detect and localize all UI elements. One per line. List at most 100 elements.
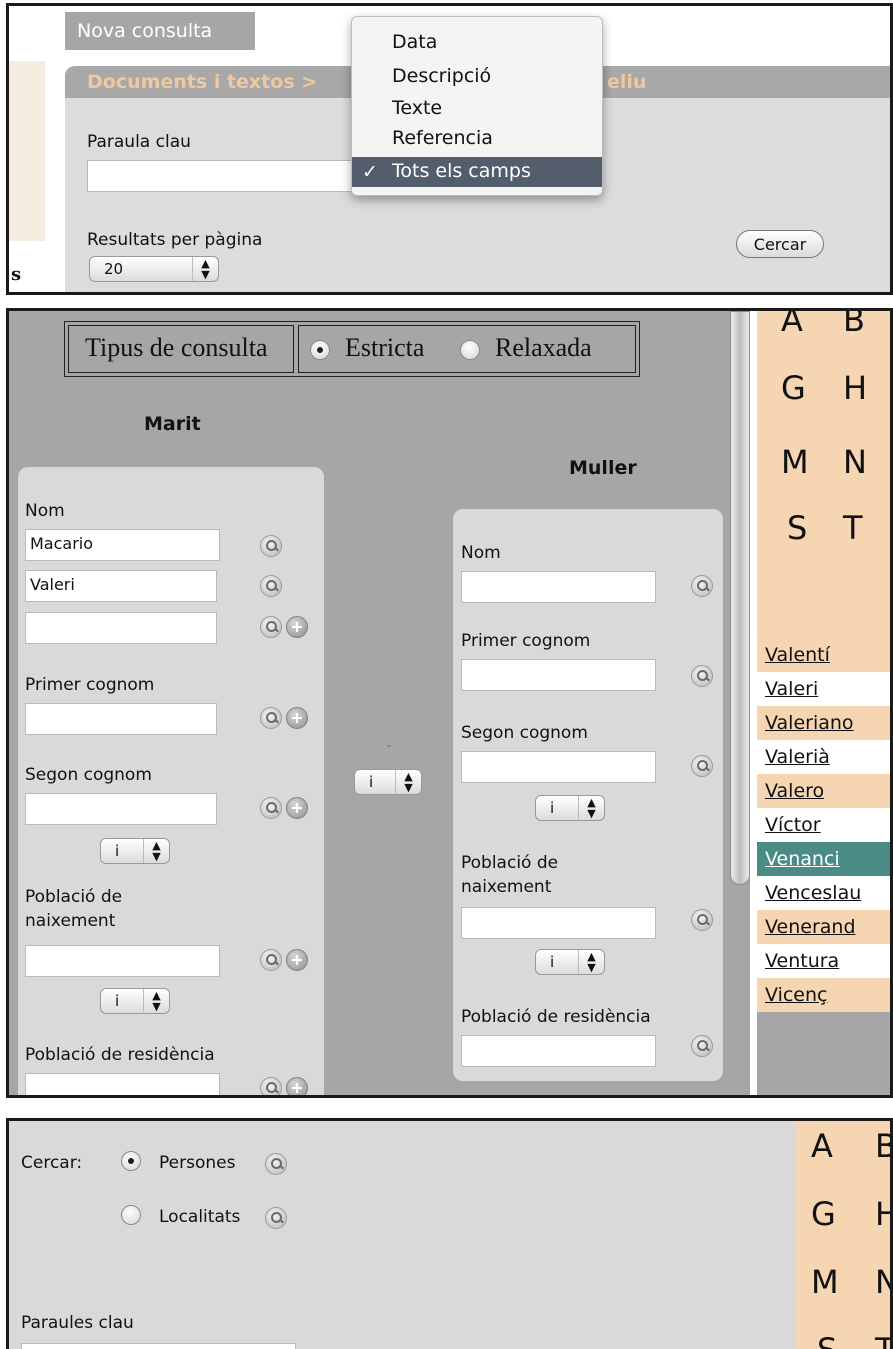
- alphabet-index: A B G H M N S T: [757, 311, 890, 638]
- wife-birth-town-input[interactable]: [461, 907, 656, 939]
- list-item[interactable]: Valero: [757, 774, 890, 808]
- keywords-label: Paraules clau: [21, 1313, 134, 1333]
- list-item[interactable]: Vicenç: [757, 978, 890, 1012]
- couple-connector-select[interactable]: i ▲ ▼: [354, 769, 422, 795]
- list-item[interactable]: Venceslau: [757, 876, 890, 910]
- stepper-icon: ▲ ▼: [578, 796, 604, 820]
- breadcrumb[interactable]: Documents i textos >: [87, 71, 317, 93]
- menu-item-descripcio[interactable]: Descripció: [352, 61, 602, 91]
- search-icon[interactable]: [691, 755, 713, 777]
- wife-first-surname-label: Primer cognom: [461, 631, 591, 651]
- scrollbar-thumb[interactable]: [730, 311, 750, 885]
- query-type-box: Tipus de consulta Estricta Relaxada: [64, 321, 640, 377]
- radio-relaxed[interactable]: [460, 340, 480, 360]
- wife-birth-town-label-1: Població de: [461, 853, 559, 873]
- name-list: Valentí Valeri Valeriano Valerià Valero …: [757, 638, 890, 1095]
- husband-name-input-1[interactable]: Macario: [25, 529, 220, 561]
- search-icon[interactable]: [260, 797, 282, 819]
- search-type-label: Cercar:: [21, 1153, 83, 1173]
- keywords-input[interactable]: [21, 1343, 296, 1349]
- add-icon[interactable]: [286, 707, 308, 729]
- husband-name-input-2[interactable]: Valeri: [25, 570, 217, 602]
- add-icon[interactable]: [286, 797, 308, 819]
- radio-persons[interactable]: [121, 1151, 141, 1171]
- letter-a[interactable]: A: [781, 311, 803, 339]
- husband-name-input-3[interactable]: [25, 612, 217, 644]
- menu-item-texte[interactable]: Texte: [352, 93, 602, 123]
- letter-s[interactable]: S: [817, 1331, 837, 1349]
- breadcrumb-tail: eliu: [607, 71, 647, 93]
- letter-n[interactable]: N: [875, 1263, 890, 1301]
- letter-n[interactable]: N: [843, 443, 867, 481]
- radio-strict[interactable]: [310, 340, 330, 360]
- list-item-selected[interactable]: Venanci: [757, 842, 890, 876]
- wife-first-surname-input[interactable]: [461, 659, 656, 691]
- list-item[interactable]: Venerand: [757, 910, 890, 944]
- letter-m[interactable]: M: [781, 443, 809, 481]
- keyword-label: Paraula clau: [87, 132, 191, 152]
- list-item[interactable]: Valeriano: [757, 706, 890, 740]
- list-item[interactable]: Valerià: [757, 740, 890, 774]
- husband-birth-town-input[interactable]: [25, 945, 220, 977]
- husband-second-surname-label: Segon cognom: [25, 765, 152, 785]
- wife-connector-select-2[interactable]: i ▲ ▼: [535, 949, 605, 975]
- husband-second-surname-input[interactable]: [25, 793, 217, 825]
- letter-t[interactable]: T: [875, 1331, 890, 1349]
- letter-h[interactable]: H: [875, 1195, 890, 1233]
- husband-connector-select-1[interactable]: i ▲ ▼: [100, 838, 170, 864]
- husband-connector-select-2[interactable]: i ▲ ▼: [100, 988, 170, 1014]
- strict-label: Estricta: [345, 333, 425, 362]
- search-icon[interactable]: [260, 1077, 282, 1095]
- wife-connector-select-1[interactable]: i ▲ ▼: [535, 795, 605, 821]
- relaxed-label: Relaxada: [495, 333, 592, 362]
- letter-h[interactable]: H: [843, 369, 867, 407]
- checkmark-icon: ✓: [362, 161, 378, 183]
- search-icon[interactable]: [691, 575, 713, 597]
- keyword-input[interactable]: [87, 160, 357, 192]
- search-icon[interactable]: [265, 1207, 287, 1229]
- stepper-icon: ▲ ▼: [143, 989, 169, 1013]
- wife-name-input[interactable]: [461, 571, 656, 603]
- field-dropdown-menu: Data Descripció Texte Referencia ✓ Tots …: [351, 16, 603, 196]
- wife-birth-town-label-2: naixement: [461, 877, 552, 897]
- search-icon[interactable]: [260, 707, 282, 729]
- panel-new-query: s Nova consulta Documents i textos > eli…: [6, 3, 893, 295]
- list-item[interactable]: Valentí: [757, 638, 890, 672]
- wife-residence-input[interactable]: [461, 1035, 656, 1067]
- panel-couple-search: Tipus de consulta Estricta Relaxada Mari…: [6, 308, 893, 1098]
- add-icon[interactable]: [286, 1077, 308, 1095]
- search-icon[interactable]: [260, 949, 282, 971]
- search-icon[interactable]: [260, 616, 282, 638]
- search-icon[interactable]: [691, 665, 713, 687]
- letter-g[interactable]: G: [811, 1195, 836, 1233]
- letter-g[interactable]: G: [781, 369, 806, 407]
- letter-t[interactable]: T: [843, 509, 863, 547]
- list-item[interactable]: Ventura: [757, 944, 890, 978]
- search-icon[interactable]: [260, 575, 282, 597]
- husband-residence-input[interactable]: [25, 1073, 220, 1095]
- list-item[interactable]: Víctor: [757, 808, 890, 842]
- search-icon[interactable]: [260, 535, 282, 557]
- radio-places[interactable]: [121, 1205, 141, 1225]
- search-icon[interactable]: [691, 1035, 713, 1057]
- menu-item-tots-els-camps[interactable]: ✓ Tots els camps: [352, 157, 602, 187]
- husband-first-surname-input[interactable]: [25, 703, 217, 735]
- letter-m[interactable]: M: [811, 1263, 839, 1301]
- list-item[interactable]: Valeri: [757, 672, 890, 706]
- letter-b[interactable]: B: [843, 311, 865, 339]
- add-icon[interactable]: [286, 616, 308, 638]
- search-button[interactable]: Cercar: [736, 230, 824, 258]
- wife-name-label: Nom: [461, 543, 501, 563]
- letter-s[interactable]: S: [787, 509, 807, 547]
- letter-a[interactable]: A: [811, 1127, 833, 1165]
- search-icon[interactable]: [265, 1153, 287, 1175]
- wife-form: Nom Primer cognom Segon cognom i ▲ ▼ Pobl…: [453, 509, 723, 1081]
- menu-item-referencia[interactable]: Referencia: [352, 123, 602, 153]
- add-icon[interactable]: [286, 949, 308, 971]
- search-icon[interactable]: [691, 909, 713, 931]
- query-type-label: Tipus de consulta: [85, 333, 268, 362]
- menu-item-data[interactable]: Data: [352, 27, 602, 57]
- results-per-page-select[interactable]: 20 ▲ ▼: [89, 256, 219, 282]
- wife-second-surname-input[interactable]: [461, 751, 656, 783]
- letter-b[interactable]: B: [875, 1127, 890, 1165]
